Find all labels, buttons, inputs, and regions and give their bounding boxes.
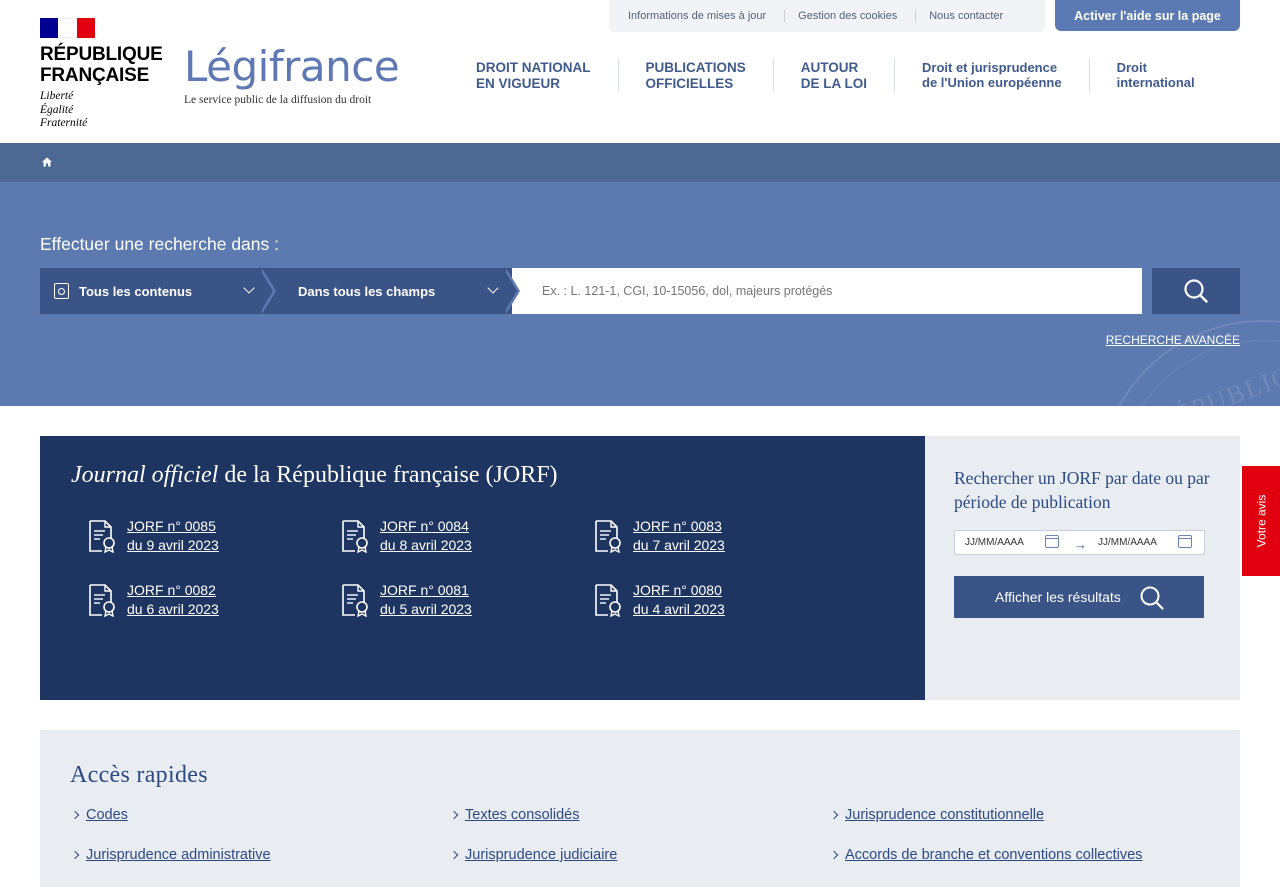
main-navigation: DROIT NATIONAL EN VIGUEUR PUBLICATIONS OFF… — [466, 58, 1239, 92]
certified-document-icon — [595, 520, 621, 553]
content-scope-select[interactable]: Tous les contenus — [40, 268, 268, 314]
republic-name: RÉPUBLIQUE FRANÇAISE — [40, 44, 163, 86]
calendar-icon[interactable] — [1045, 535, 1059, 548]
search-input[interactable] — [512, 268, 1142, 314]
certified-document-icon — [595, 584, 621, 617]
feedback-tab[interactable]: Votre avis — [1242, 466, 1280, 576]
search-icon — [1140, 586, 1164, 610]
show-results-button[interactable]: Afficher les résultats — [954, 576, 1204, 618]
jorf-issue-date: du 5 avril 2023 — [380, 601, 472, 617]
content-scope-value: Tous les contenus — [79, 283, 193, 299]
select-separator-fill — [259, 268, 273, 314]
cookies-link[interactable]: Gestion des cookies — [798, 10, 897, 22]
jorf-issue-number: JORF n° 0083 — [633, 518, 722, 534]
certified-document-icon — [342, 584, 368, 617]
jorf-issue-link[interactable]: JORF n° 0083 du 7 avril 2023 — [594, 517, 725, 555]
home-icon[interactable] — [41, 156, 53, 168]
jorf-issue-link[interactable]: JORF n° 0081 du 5 avril 2023 — [341, 581, 472, 619]
calendar-icon[interactable] — [1178, 535, 1192, 548]
search-icon — [1184, 279, 1208, 303]
quick-link-accords-branche[interactable]: Accords de branche et conventions collec… — [829, 847, 1142, 863]
contact-link[interactable]: Nous contacter — [929, 10, 1003, 22]
certified-document-icon — [89, 584, 115, 617]
jorf-issue-link[interactable]: JORF n° 0082 du 6 avril 2023 — [88, 581, 219, 619]
jorf-issue-text: JORF n° 0085 du 9 avril 2023 — [127, 517, 219, 555]
legifrance-brand[interactable]: Légifrance Le service public de la diffu… — [184, 42, 400, 106]
jorf-date-search-title: Rechercher un JORF par date ou par pério… — [954, 468, 1210, 512]
field-scope-select[interactable]: Dans tous les champs — [268, 268, 512, 314]
divider — [915, 10, 917, 22]
search-title: Effectuer une recherche dans : — [40, 234, 279, 254]
quick-link-juris-judiciaire[interactable]: Jurisprudence judiciaire — [449, 847, 617, 863]
nav-droit-international[interactable]: Droit international — [1107, 58, 1222, 92]
nav-droit-national[interactable]: DROIT NATIONAL EN VIGUEUR — [466, 58, 619, 92]
breadcrumb — [0, 143, 1280, 182]
quick-link-juris-administrative[interactable]: Jurisprudence administrative — [70, 847, 271, 863]
arrow-right-icon: → — [1074, 537, 1087, 552]
jorf-issue-date: du 8 avril 2023 — [380, 537, 472, 553]
jorf-issue-text: JORF n° 0080 du 4 avril 2023 — [633, 581, 725, 619]
updates-info-link[interactable]: Informations de mises à jour — [628, 10, 766, 22]
jorf-issue-number: JORF n° 0085 — [127, 518, 216, 534]
chevron-down-icon — [487, 282, 499, 294]
chevron-down-icon — [243, 282, 255, 294]
document-search-icon — [54, 283, 69, 299]
jorf-issue-date: du 6 avril 2023 — [127, 601, 219, 617]
jorf-issue-link[interactable]: JORF n° 0080 du 4 avril 2023 — [594, 581, 725, 619]
search-button[interactable] — [1152, 268, 1240, 314]
divider — [784, 10, 786, 22]
nav-droit-union-europeenne[interactable]: Droit et jurisprudence de l'Union europée… — [912, 58, 1090, 92]
brand-tagline: Le service public de la diffusion du dro… — [184, 94, 372, 106]
certified-document-icon — [89, 520, 115, 553]
jorf-issue-date: du 4 avril 2023 — [633, 601, 725, 617]
republique-francaise-logo[interactable]: RÉPUBLIQUE FRANÇAISE Liberté Égalité Fra… — [40, 18, 170, 131]
jorf-title: Journal officiel de la République frança… — [71, 462, 558, 488]
utility-links: Informations de mises à jour Gestion des… — [609, 0, 1045, 32]
jorf-issue-link[interactable]: JORF n° 0085 du 9 avril 2023 — [88, 517, 219, 555]
page-help-button[interactable]: Activer l'aide sur la page — [1055, 0, 1240, 31]
jorf-issue-number: JORF n° 0082 — [127, 582, 216, 598]
field-scope-value: Dans tous les champs — [298, 283, 436, 299]
certified-document-icon — [342, 520, 368, 553]
nav-publications-officielles[interactable]: PUBLICATIONS OFFICIELLES — [636, 58, 774, 92]
jorf-issue-link[interactable]: JORF n° 0084 du 8 avril 2023 — [341, 517, 472, 555]
quick-access-panel — [40, 730, 1240, 887]
jorf-issue-number: JORF n° 0080 — [633, 582, 722, 598]
quick-access-title: Accès rapides — [70, 762, 208, 788]
nav-autour-de-la-loi[interactable]: AUTOUR DE LA LOI — [791, 58, 895, 92]
jorf-issue-number: JORF n° 0084 — [380, 518, 469, 534]
brand-name: Légifrance — [184, 42, 400, 91]
show-results-label: Afficher les résultats — [995, 589, 1121, 605]
quick-link-codes[interactable]: Codes — [70, 807, 128, 823]
marianne-flag-icon — [40, 18, 95, 38]
quick-link-juris-constitutionnelle[interactable]: Jurisprudence constitutionnelle — [829, 807, 1044, 823]
quick-link-textes-consolides[interactable]: Textes consolidés — [449, 807, 579, 823]
select-separator-fill — [503, 268, 517, 314]
site-header: RÉPUBLIQUE FRANÇAISE Liberté Égalité Fra… — [0, 0, 1280, 143]
jorf-issue-text: JORF n° 0083 du 7 avril 2023 — [633, 517, 725, 555]
jorf-issue-number: JORF n° 0081 — [380, 582, 469, 598]
jorf-issue-text: JORF n° 0082 du 6 avril 2023 — [127, 581, 219, 619]
jorf-issue-text: JORF n° 0081 du 5 avril 2023 — [380, 581, 472, 619]
republic-motto: Liberté Égalité Fraternité — [40, 90, 88, 129]
jorf-issue-date: du 9 avril 2023 — [127, 537, 219, 553]
advanced-search-link[interactable]: RECHERCHE AVANCÉE — [1090, 333, 1240, 347]
jorf-issue-text: JORF n° 0084 du 8 avril 2023 — [380, 517, 472, 555]
jorf-issue-date: du 7 avril 2023 — [633, 537, 725, 553]
